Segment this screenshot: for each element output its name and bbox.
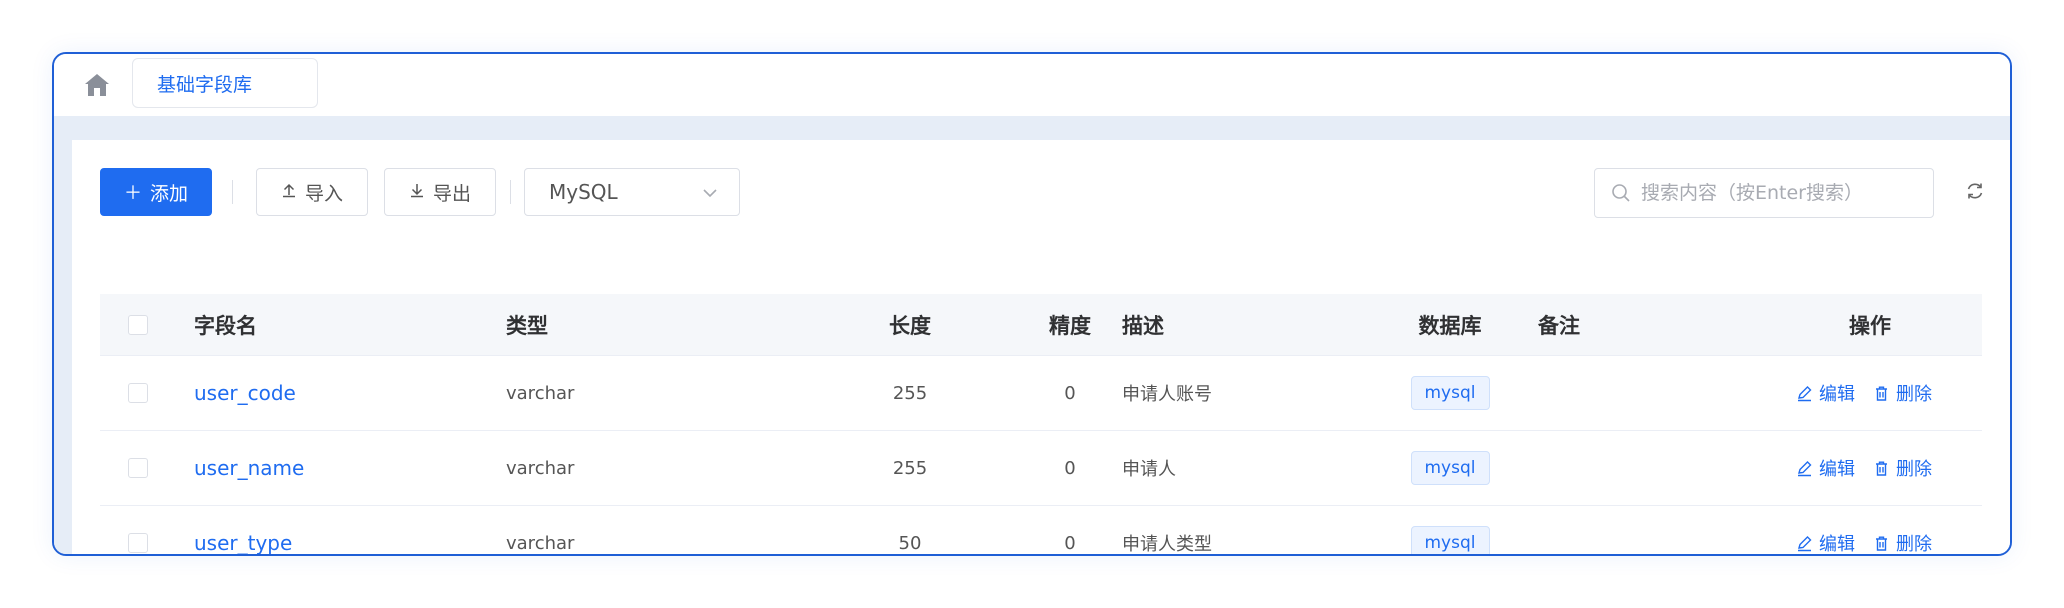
field-name-link[interactable]: user_type (194, 531, 292, 554)
delete-label: 删除 (1896, 459, 1932, 480)
export-button[interactable]: 导出 (384, 168, 496, 216)
database-select[interactable]: MySQL (524, 168, 740, 216)
trash-icon (1876, 386, 1887, 401)
edit-label: 编辑 (1819, 384, 1855, 405)
row-checkbox-cell (128, 431, 148, 505)
upload-icon (281, 182, 297, 203)
table-header: 字段名 类型 长度 精度 描述 数据库 备注 操作 (100, 294, 1982, 356)
toolbar-divider (232, 180, 233, 204)
cell-database: mysql (1380, 356, 1520, 430)
add-button[interactable]: ＋ 添加 (100, 168, 212, 216)
header-description[interactable]: 描述 (1122, 294, 1164, 355)
edit-icon (1798, 535, 1812, 551)
cell-type: varchar (506, 382, 575, 404)
table-row: user_name varchar 255 0 申请人 mysql 编辑 删除 (100, 431, 1982, 506)
database-tag: mysql (1410, 451, 1490, 485)
field-name-link[interactable]: user_code (194, 381, 296, 405)
edit-button[interactable]: 编辑 (1796, 530, 1855, 555)
main-content: ＋ 添加 导入 导出 MySQL 搜索内容（按Enter搜索） 字段名 类型 长… (72, 140, 2010, 554)
delete-button[interactable]: 删除 (1873, 530, 1932, 555)
header-type[interactable]: 类型 (506, 294, 548, 355)
header-remark[interactable]: 备注 (1538, 294, 1580, 355)
cell-type: varchar (506, 532, 575, 554)
database-select-value: MySQL (549, 180, 618, 204)
edit-label: 编辑 (1819, 534, 1855, 555)
cell-length: 50 (898, 532, 922, 554)
search-icon (1611, 183, 1631, 203)
cell-database: mysql (1380, 431, 1520, 505)
chevron-down-icon (701, 183, 719, 201)
edit-icon (1798, 385, 1812, 401)
cell-length: 255 (892, 457, 928, 479)
row-checkbox[interactable] (128, 533, 148, 553)
cell-actions: 编辑 删除 (1796, 431, 1932, 505)
row-checkbox-cell (128, 506, 148, 554)
cell-description: 申请人类型 (1122, 534, 1212, 555)
table-row: user_code varchar 255 0 申请人账号 mysql 编辑 删… (100, 356, 1982, 431)
import-button-label: 导入 (304, 183, 343, 205)
cell-description: 申请人账号 (1122, 384, 1212, 405)
toolbar-divider (510, 180, 511, 204)
plus-icon: ＋ (123, 183, 142, 203)
export-button-label: 导出 (432, 183, 471, 205)
add-button-label: 添加 (149, 183, 188, 205)
cell-database: mysql (1380, 506, 1520, 554)
cell-precision: 0 (1064, 382, 1076, 404)
header-precision[interactable]: 精度 (1000, 294, 1140, 355)
cell-precision: 0 (1064, 457, 1076, 479)
import-button[interactable]: 导入 (256, 168, 368, 216)
app-window: 基础字段库 ＋ 添加 导入 导出 MySQL 搜索内容（按Enter搜索） 字段… (52, 52, 2012, 556)
tab-label: 基础字段库 (157, 73, 253, 96)
search-input[interactable] (1641, 182, 1933, 204)
header-divider-band (54, 116, 2010, 140)
cell-precision: 0 (1064, 532, 1076, 554)
header-checkbox-cell (128, 294, 148, 355)
home-icon[interactable] (82, 70, 112, 100)
row-checkbox[interactable] (128, 383, 148, 403)
side-gutter (54, 116, 72, 554)
search-box (1594, 168, 1934, 218)
edit-button[interactable]: 编辑 (1796, 380, 1855, 406)
tab-basic-field-library[interactable]: 基础字段库 (132, 58, 318, 108)
download-icon (409, 182, 425, 203)
field-name-link[interactable]: user_name (194, 456, 304, 480)
edit-label: 编辑 (1819, 459, 1855, 480)
edit-icon (1798, 460, 1812, 476)
delete-button[interactable]: 删除 (1873, 455, 1932, 481)
row-checkbox-cell (128, 356, 148, 430)
trash-icon (1876, 461, 1887, 476)
delete-label: 删除 (1896, 384, 1932, 405)
delete-button[interactable]: 删除 (1873, 380, 1932, 406)
cell-length: 255 (892, 382, 928, 404)
cell-description: 申请人 (1122, 459, 1176, 480)
edit-button[interactable]: 编辑 (1796, 455, 1855, 481)
database-tag: mysql (1410, 526, 1490, 554)
header-field-name[interactable]: 字段名 (194, 294, 257, 355)
row-checkbox[interactable] (128, 458, 148, 478)
database-tag: mysql (1410, 376, 1490, 410)
header-database[interactable]: 数据库 (1380, 294, 1520, 355)
delete-label: 删除 (1896, 534, 1932, 555)
cell-actions: 编辑 删除 (1796, 356, 1932, 430)
cell-actions: 编辑 删除 (1796, 506, 1932, 555)
refresh-icon[interactable] (1964, 180, 1986, 202)
select-all-checkbox[interactable] (128, 314, 148, 335)
header-length[interactable]: 长度 (840, 294, 980, 355)
trash-icon (1876, 536, 1887, 551)
header-actions: 操作 (1849, 313, 1891, 338)
cell-type: varchar (506, 457, 575, 479)
table-row: user_type varchar 50 0 申请人类型 mysql 编辑 删除 (100, 506, 1982, 555)
tabs-bar: 基础字段库 (54, 54, 2010, 116)
toolbar: ＋ 添加 导入 导出 MySQL (72, 140, 2010, 250)
